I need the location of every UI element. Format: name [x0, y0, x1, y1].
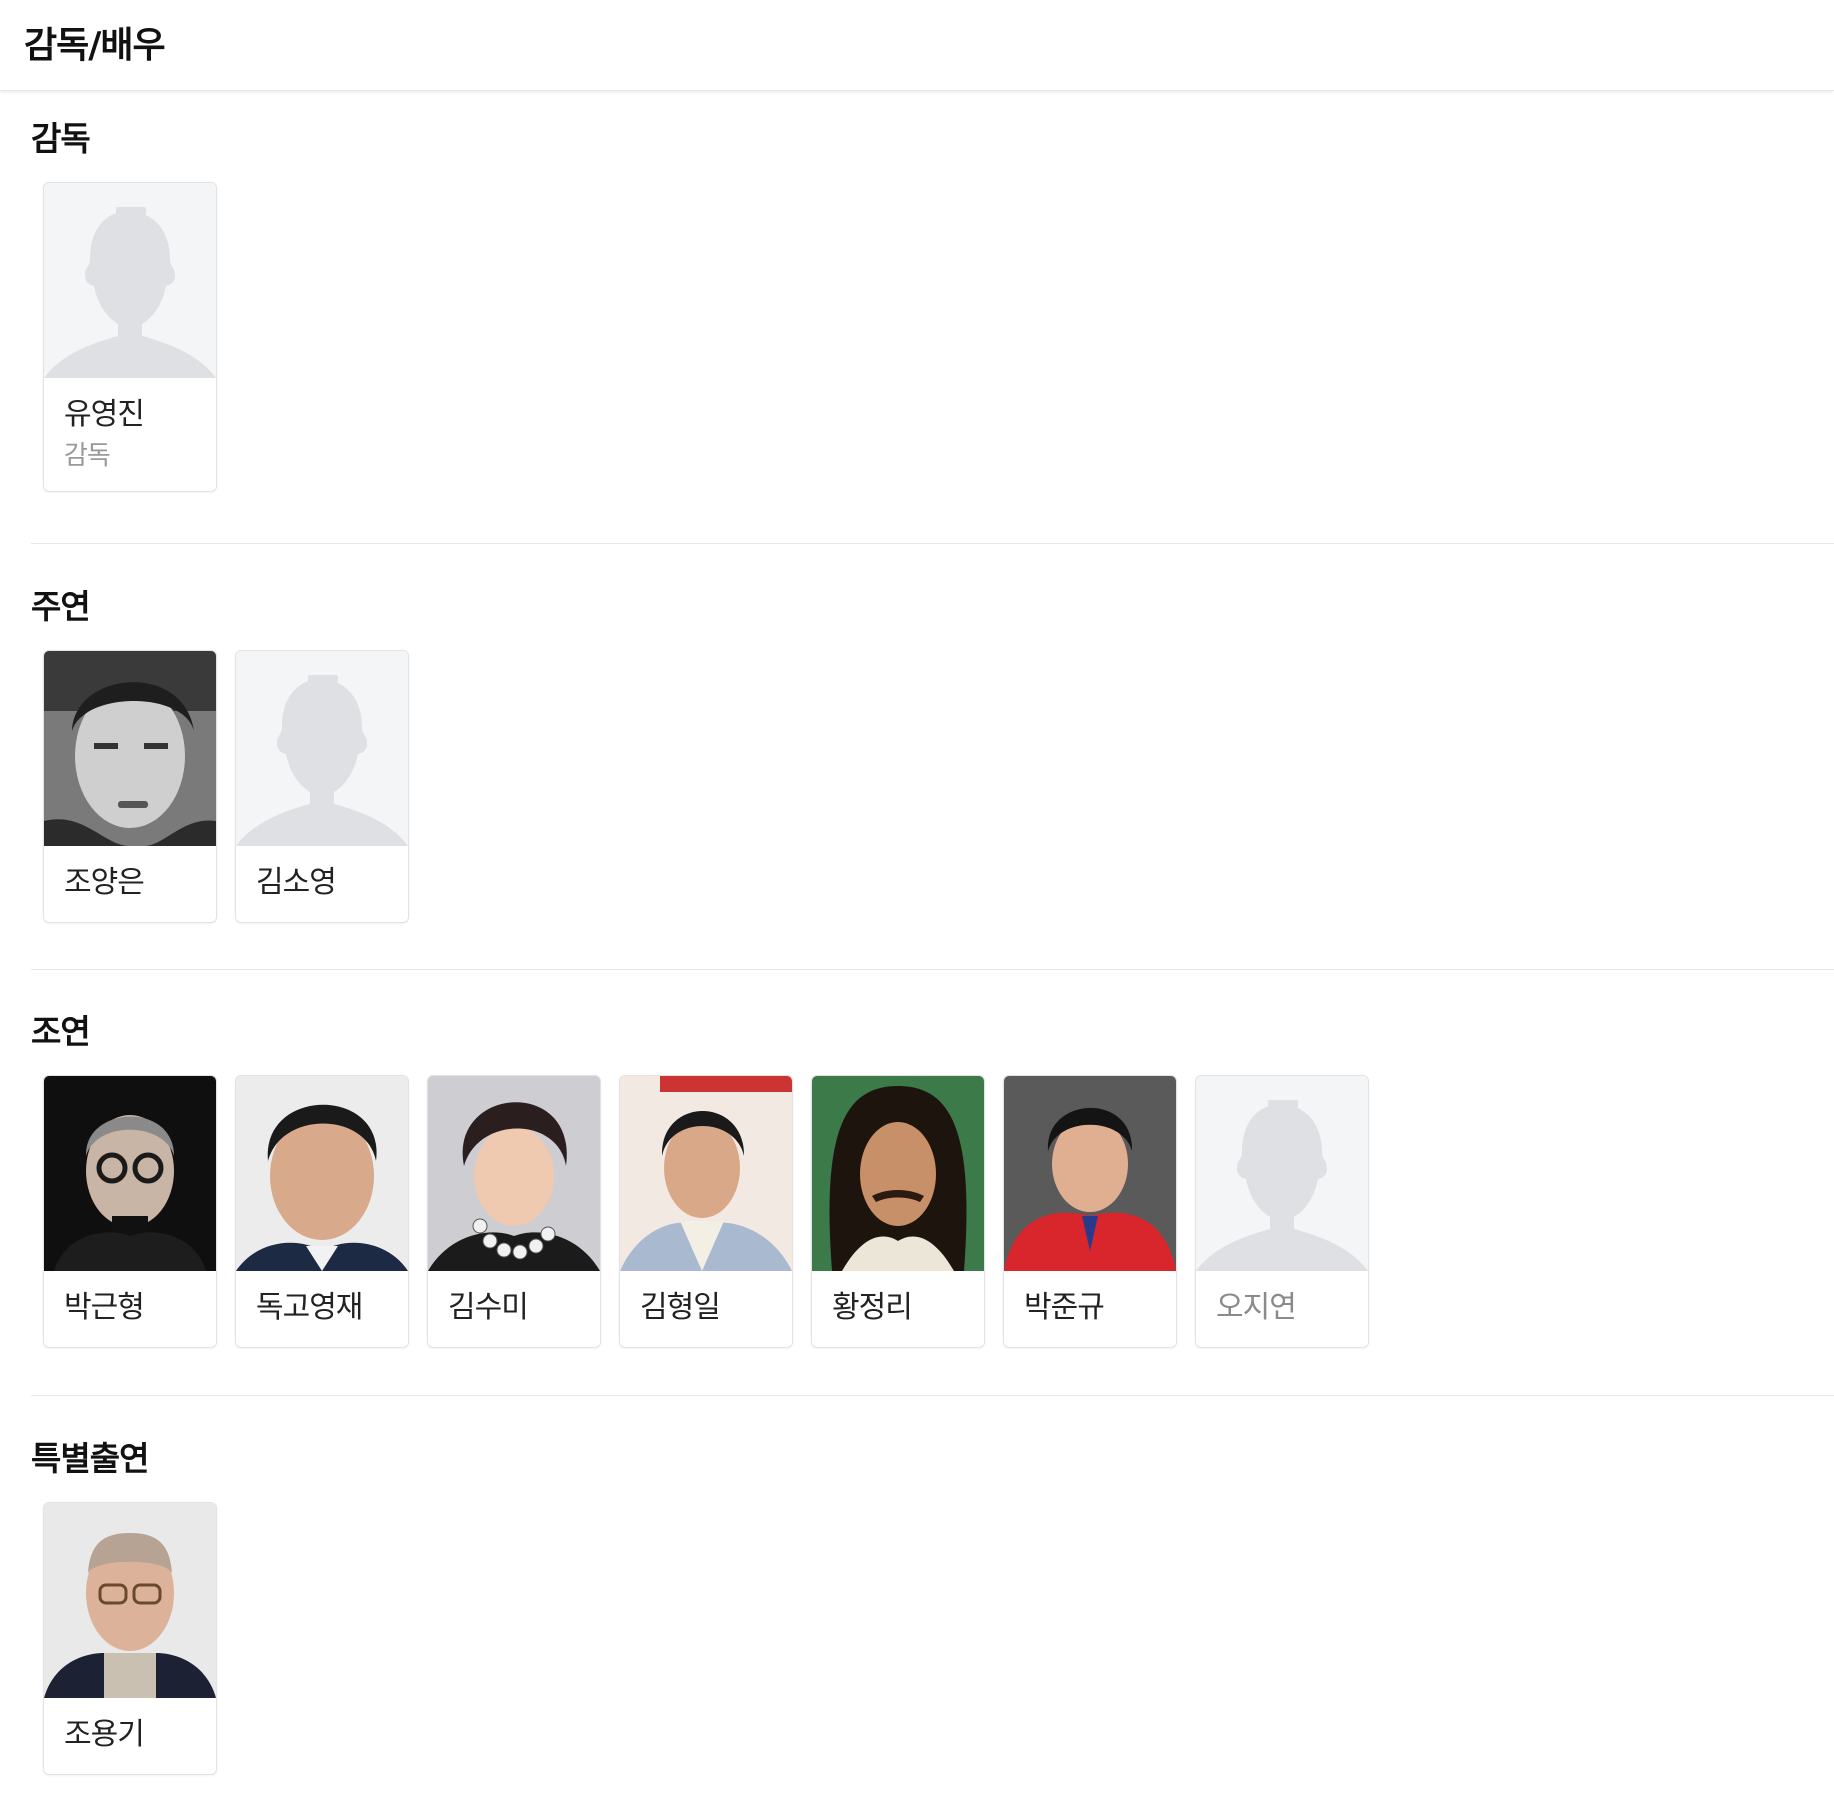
person-photo: [428, 1076, 600, 1271]
placeholder-avatar-icon: [44, 183, 216, 378]
person-card[interactable]: 김수미: [427, 1075, 601, 1348]
person-card[interactable]: 조양은: [43, 650, 217, 923]
person-card[interactable]: 김형일: [619, 1075, 793, 1348]
person-name: 박준규: [1024, 1290, 1105, 1325]
person-name: 박근형: [64, 1290, 145, 1325]
person-card[interactable]: 독고영재: [235, 1075, 409, 1348]
person-photo: [620, 1076, 792, 1271]
person-name: 김수미: [448, 1290, 529, 1325]
person-name: 독고영재: [256, 1290, 363, 1325]
person-name: 황정리: [832, 1290, 913, 1325]
person-card[interactable]: 조용기: [43, 1502, 217, 1775]
section-heading-director: 감독: [31, 119, 91, 158]
section-divider: [31, 543, 1834, 544]
person-photo: [236, 1076, 408, 1271]
section-heading-supporting: 조연: [31, 1012, 91, 1051]
person-name: 유영진: [64, 397, 145, 432]
person-photo: [812, 1076, 984, 1271]
person-photo: [1004, 1076, 1176, 1271]
person-role: 감독: [64, 441, 111, 471]
section-heading-lead: 주연: [31, 587, 91, 626]
person-name: 오지연: [1216, 1290, 1297, 1325]
person-name: 조양은: [64, 865, 145, 900]
person-name: 김형일: [640, 1290, 721, 1325]
section-heading-special-appearance: 특별출연: [31, 1439, 149, 1478]
page-title: 감독/배우: [24, 25, 166, 66]
person-name: 조용기: [64, 1717, 145, 1752]
person-card[interactable]: 박근형: [43, 1075, 217, 1348]
person-photo: [44, 1503, 216, 1698]
person-card[interactable]: 박준규: [1003, 1075, 1177, 1348]
person-card[interactable]: 황정리: [811, 1075, 985, 1348]
section-divider: [31, 1395, 1834, 1396]
section-divider: [31, 969, 1834, 970]
top-bar: 감독/배우: [0, 0, 1834, 91]
person-card[interactable]: 유영진 감독: [43, 182, 217, 492]
person-card[interactable]: 김소영: [235, 650, 409, 923]
placeholder-avatar-icon: [1196, 1076, 1368, 1271]
person-photo: [44, 1076, 216, 1271]
person-photo: [44, 651, 216, 846]
person-card[interactable]: 오지연: [1195, 1075, 1369, 1348]
placeholder-avatar-icon: [236, 651, 408, 846]
person-name: 김소영: [256, 865, 337, 900]
